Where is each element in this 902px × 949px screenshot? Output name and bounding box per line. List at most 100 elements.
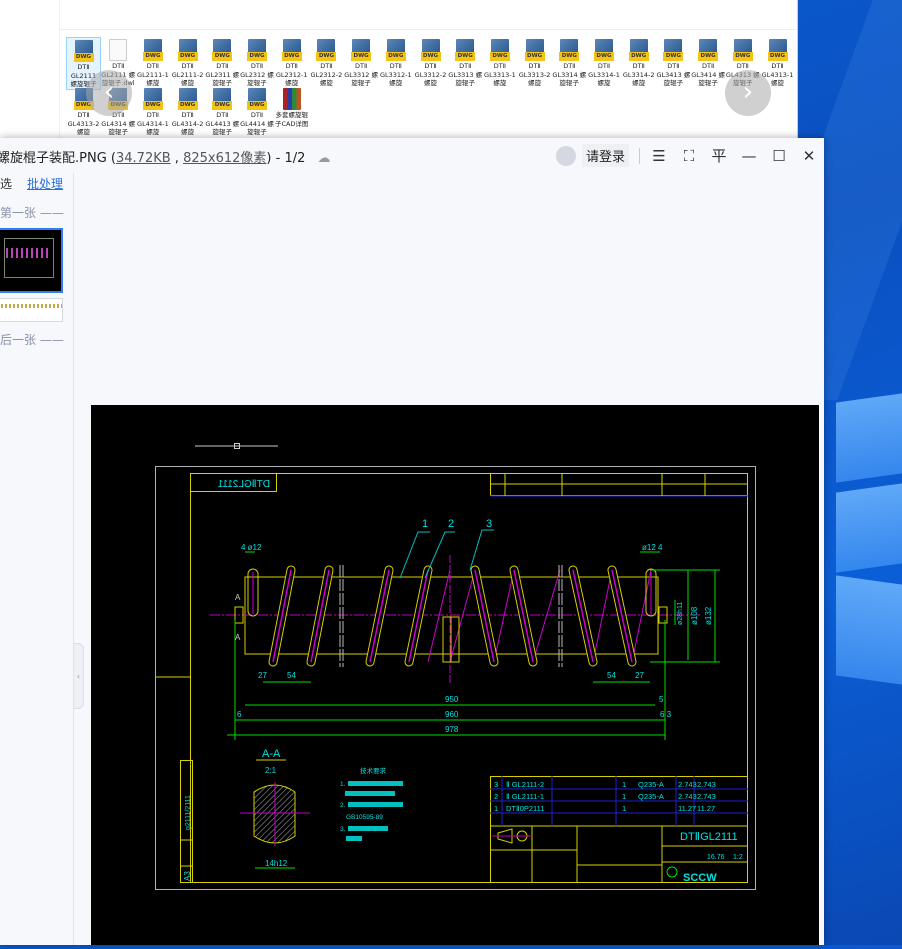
balloon-2: 2 [448,518,454,530]
dwg-tag: DWG [663,52,684,61]
file-item[interactable]: DWG DTⅡ GL2111-1 螺旋 [135,37,170,88]
file-name-label: GL3314-2 螺旋 [622,70,655,88]
file-name-label: DTⅡ [320,62,333,70]
drawing-number-mirrored: DTⅡGL2111 [217,479,270,490]
dim-978: 978 [445,725,459,734]
file-name-label: GL3312-1 螺旋 [379,70,412,88]
dwg-tag: DWG [177,52,198,61]
blank-file-icon [109,39,128,61]
explorer-toolbar [60,0,797,30]
maximize-button[interactable]: ☐ [764,147,794,165]
file-name-label: GL4314-2 螺旋 [171,119,204,137]
select-all-button[interactable]: 选 [0,175,12,192]
dwg-file-icon: DWG [663,39,684,61]
file-name-label: GL3414 螺旋辊子 [691,70,725,88]
file-item[interactable]: DWG DTⅡ GL4314-1 螺旋 [135,86,170,137]
pin-icon[interactable]: 平 [704,145,734,166]
tech-req-standard: GB10595-89 [346,814,383,821]
dwg-file-icon: DWG [767,39,788,61]
side-code: g2111/2111 [185,795,192,830]
parts-list-cell-code: Ⅱ GL2111-1 [506,792,544,801]
file-item[interactable]: DWG DTⅡ GL3313 螺旋辊子 [448,37,483,88]
file-item[interactable]: DWG DTⅡ GL3314 螺旋辊子 [552,37,587,88]
sidebar-collapse-handle[interactable]: ‹ [74,643,84,709]
dim-14h12: 14h12 [265,859,288,868]
next-arrow-button[interactable]: › [725,70,771,116]
file-name-label: DTⅡ [181,111,194,119]
file-size-link[interactable]: 34.72KB [116,151,171,166]
dwg-tag: DWG [767,52,788,61]
dim-5: 5 [659,695,664,704]
company-logo-icon [666,866,678,878]
dwg-tag: DWG [142,101,163,110]
prev-arrow-button[interactable]: ‹ [86,70,132,116]
file-item[interactable]: DWG DTⅡ GL3314-1 螺旋 [587,37,622,88]
file-item[interactable]: DWG DTⅡ GL4413 螺旋辊子 [205,86,240,137]
file-name-label: DTⅡ [632,62,645,70]
menu-icon[interactable]: ☰ [644,147,674,165]
section-view: A-A 2:1 14h12 [240,748,310,869]
dwg-file-icon: DWG [559,39,580,61]
dwg-file-icon: DWG [455,39,476,61]
file-item[interactable]: DWG DTⅡ GL3312-1 螺旋 [378,37,413,88]
tech-req-2: 2. [340,802,346,809]
file-name-label: DTⅡ [355,62,368,70]
dwg-tag: DWG [385,52,406,61]
last-image-label: 最后一张 —— [0,333,64,347]
thumbnail-next[interactable] [0,298,63,322]
file-name-label: GL2111-1 螺旋 [137,70,169,88]
file-item[interactable]: DWG DTⅡ GL2312-2 螺旋 [309,37,344,88]
file-item[interactable]: DWG DTⅡ GL2312-1 螺旋 [274,37,309,88]
file-name-label: DTⅡ [493,62,506,70]
file-item[interactable]: DWG DTⅡ GL3413 螺旋辊子 [656,37,691,88]
dim-diameter-12-left: 4 ø12 [241,543,262,552]
company-logo-text: SCCW [683,872,717,884]
file-item[interactable]: DWG DTⅡ GL3314-2 螺旋 [621,37,656,88]
windows-logo-pane [836,483,902,573]
file-item[interactable]: DWG DTⅡ GL3313-1 螺旋 [482,37,517,88]
dwg-file-icon: DWG [316,39,337,61]
thumbnail-current[interactable] [0,228,63,293]
dwg-tag: DWG [212,101,233,110]
image-canvas[interactable]: DTⅡGL2111 4 ø12 ø12 4 27 54 54 27 950 96… [91,405,819,945]
file-name-label: DTⅡ [250,111,264,119]
file-name-label: DTⅡ [146,111,159,119]
fullscreen-icon[interactable]: ⛶ [674,147,704,165]
file-name-label: DTⅡ [146,62,159,70]
avatar-icon[interactable] [555,145,576,166]
file-item[interactable]: DWG DTⅡ GL4314-2 螺旋 [170,86,205,137]
drawing-scale: 1:2 [733,854,743,861]
file-name-label: 多套螺旋辊子CAD详图 [274,111,309,128]
image-dimensions-link[interactable]: 825x612像素 [183,151,266,166]
batch-process-link[interactable]: 批处理 [27,175,63,192]
file-name-label: GL3314 螺旋辊子 [552,70,587,88]
parts-list: 3Ⅱ GL2111-2 Q235-A 2.743 2.74312 Ⅱ GL2111-1 Q… [494,780,716,813]
parts-list-cell-qty: 1 [622,780,626,789]
cloud-icon[interactable]: ☁ [318,151,331,166]
tech-req-title: 技术要求 [360,766,387,775]
dim-28h11: ø28h11 [677,602,684,625]
file-item[interactable]: DWG DTⅡ GL2311 螺旋辊子 [205,37,240,88]
file-item[interactable]: DWG DTⅡ GL3312 螺旋辊子 [344,37,379,88]
parts-list-cell-qty: 1 [622,804,626,813]
file-item[interactable]: DWG DTⅡ GL2312 螺旋辊子 [240,37,275,88]
parts-list-cell-code: Ⅱ GL2111-2 [506,780,544,789]
minimize-button[interactable]: — [734,147,764,165]
file-item[interactable]: 多套螺旋辊子CAD详图 [274,86,309,128]
file-item[interactable]: DWG DTⅡ GL3312-2 螺旋 [413,37,448,88]
dwg-file-icon: DWG [351,39,372,61]
dwg-file-icon: DWG [73,40,94,62]
login-button[interactable]: 请登录 [581,144,629,167]
file-item[interactable]: DWG DTⅡ GL3313-2 螺旋 [517,37,552,88]
file-name-label: DTⅡ [181,62,194,70]
dwg-tag: DWG [247,52,267,61]
close-button[interactable]: ✕ [794,147,824,165]
parts-list-cell-w1: 2.743 [678,792,697,801]
dwg-file-icon: DWG [732,39,753,61]
file-name-label: GL4314-1 螺旋 [137,119,169,137]
file-item[interactable]: DWG DTⅡ GL4414 螺旋辊子 [240,86,275,137]
file-item[interactable]: DWG DTⅡ GL2111-2 螺旋 [170,37,205,88]
file-item[interactable]: DWG DTⅡ GL3414 螺旋辊子 [691,37,726,88]
parts-list-cell-w2: 2.743 [697,780,716,789]
thumbnail-sidebar: 选 批处理 第一张 —— 最后一张 —— [0,173,74,945]
